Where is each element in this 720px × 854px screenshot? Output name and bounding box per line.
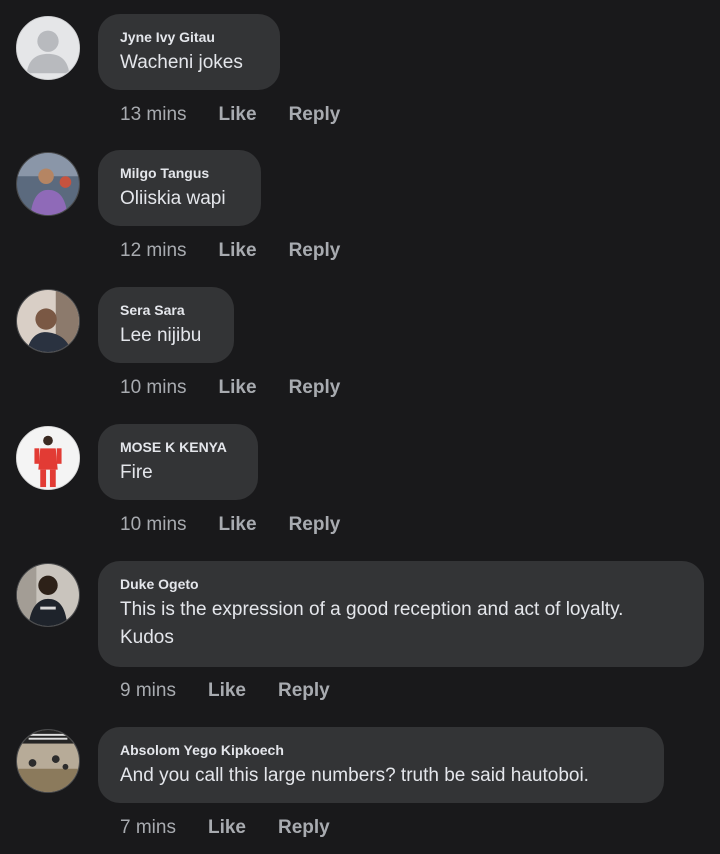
default-avatar-icon[interactable] (16, 16, 80, 80)
comment-actions: 7 mins Like Reply (120, 816, 330, 840)
reply-button[interactable]: Reply (289, 513, 341, 537)
like-button[interactable]: Like (219, 103, 257, 127)
comment-bubble: Milgo Tangus Oliiskia wapi (98, 150, 261, 226)
comment-text: Wacheni jokes (120, 52, 243, 73)
comment-bubble: Duke Ogeto This is the expression of a g… (98, 561, 704, 667)
comment-text: Oliiskia wapi (120, 188, 226, 209)
reply-button[interactable]: Reply (289, 103, 341, 127)
like-button[interactable]: Like (208, 816, 246, 840)
comment-actions: 10 mins Like Reply (120, 376, 340, 400)
comment-time[interactable]: 10 mins (120, 513, 187, 537)
like-button[interactable]: Like (208, 679, 246, 703)
user-avatar-icon[interactable] (16, 729, 80, 793)
comment-time[interactable]: 10 mins (120, 376, 187, 400)
comment-author[interactable]: MOSE K KENYA (120, 438, 236, 456)
like-button[interactable]: Like (219, 239, 257, 263)
user-avatar-icon[interactable] (16, 289, 80, 353)
comment-text: And you call this large numbers? truth b… (120, 765, 589, 786)
comment-text: Lee nijibu (120, 325, 202, 346)
comment-actions: 13 mins Like Reply (120, 103, 340, 127)
comment-actions: 12 mins Like Reply (120, 239, 340, 263)
comment-bubble: Absolom Yego Kipkoech And you call this … (98, 727, 664, 803)
comment-author[interactable]: Milgo Tangus (120, 164, 239, 182)
comment-author[interactable]: Absolom Yego Kipkoech (120, 741, 642, 759)
comment-time[interactable]: 7 mins (120, 816, 176, 840)
comment-bubble: Sera Sara Lee nijibu (98, 287, 234, 363)
comment-author[interactable]: Sera Sara (120, 301, 212, 319)
like-button[interactable]: Like (219, 513, 257, 537)
comment-bubble: MOSE K KENYA Fire (98, 424, 258, 500)
comment-text: Fire (120, 462, 153, 483)
comment-text: This is the expression of a good recepti… (120, 599, 624, 648)
user-avatar-icon[interactable] (16, 563, 80, 627)
comment-actions: 10 mins Like Reply (120, 513, 340, 537)
comment-bubble: Jyne Ivy Gitau Wacheni jokes (98, 14, 280, 90)
like-button[interactable]: Like (219, 376, 257, 400)
reply-button[interactable]: Reply (278, 679, 330, 703)
comment-author[interactable]: Jyne Ivy Gitau (120, 28, 258, 46)
comment-time[interactable]: 12 mins (120, 239, 187, 263)
reply-button[interactable]: Reply (289, 376, 341, 400)
reply-button[interactable]: Reply (289, 239, 341, 263)
comment-time[interactable]: 9 mins (120, 679, 176, 703)
comment-time[interactable]: 13 mins (120, 103, 187, 127)
comment-author[interactable]: Duke Ogeto (120, 575, 682, 593)
reply-button[interactable]: Reply (278, 816, 330, 840)
user-avatar-icon[interactable] (16, 426, 80, 490)
user-avatar-icon[interactable] (16, 152, 80, 216)
comment-actions: 9 mins Like Reply (120, 679, 330, 703)
